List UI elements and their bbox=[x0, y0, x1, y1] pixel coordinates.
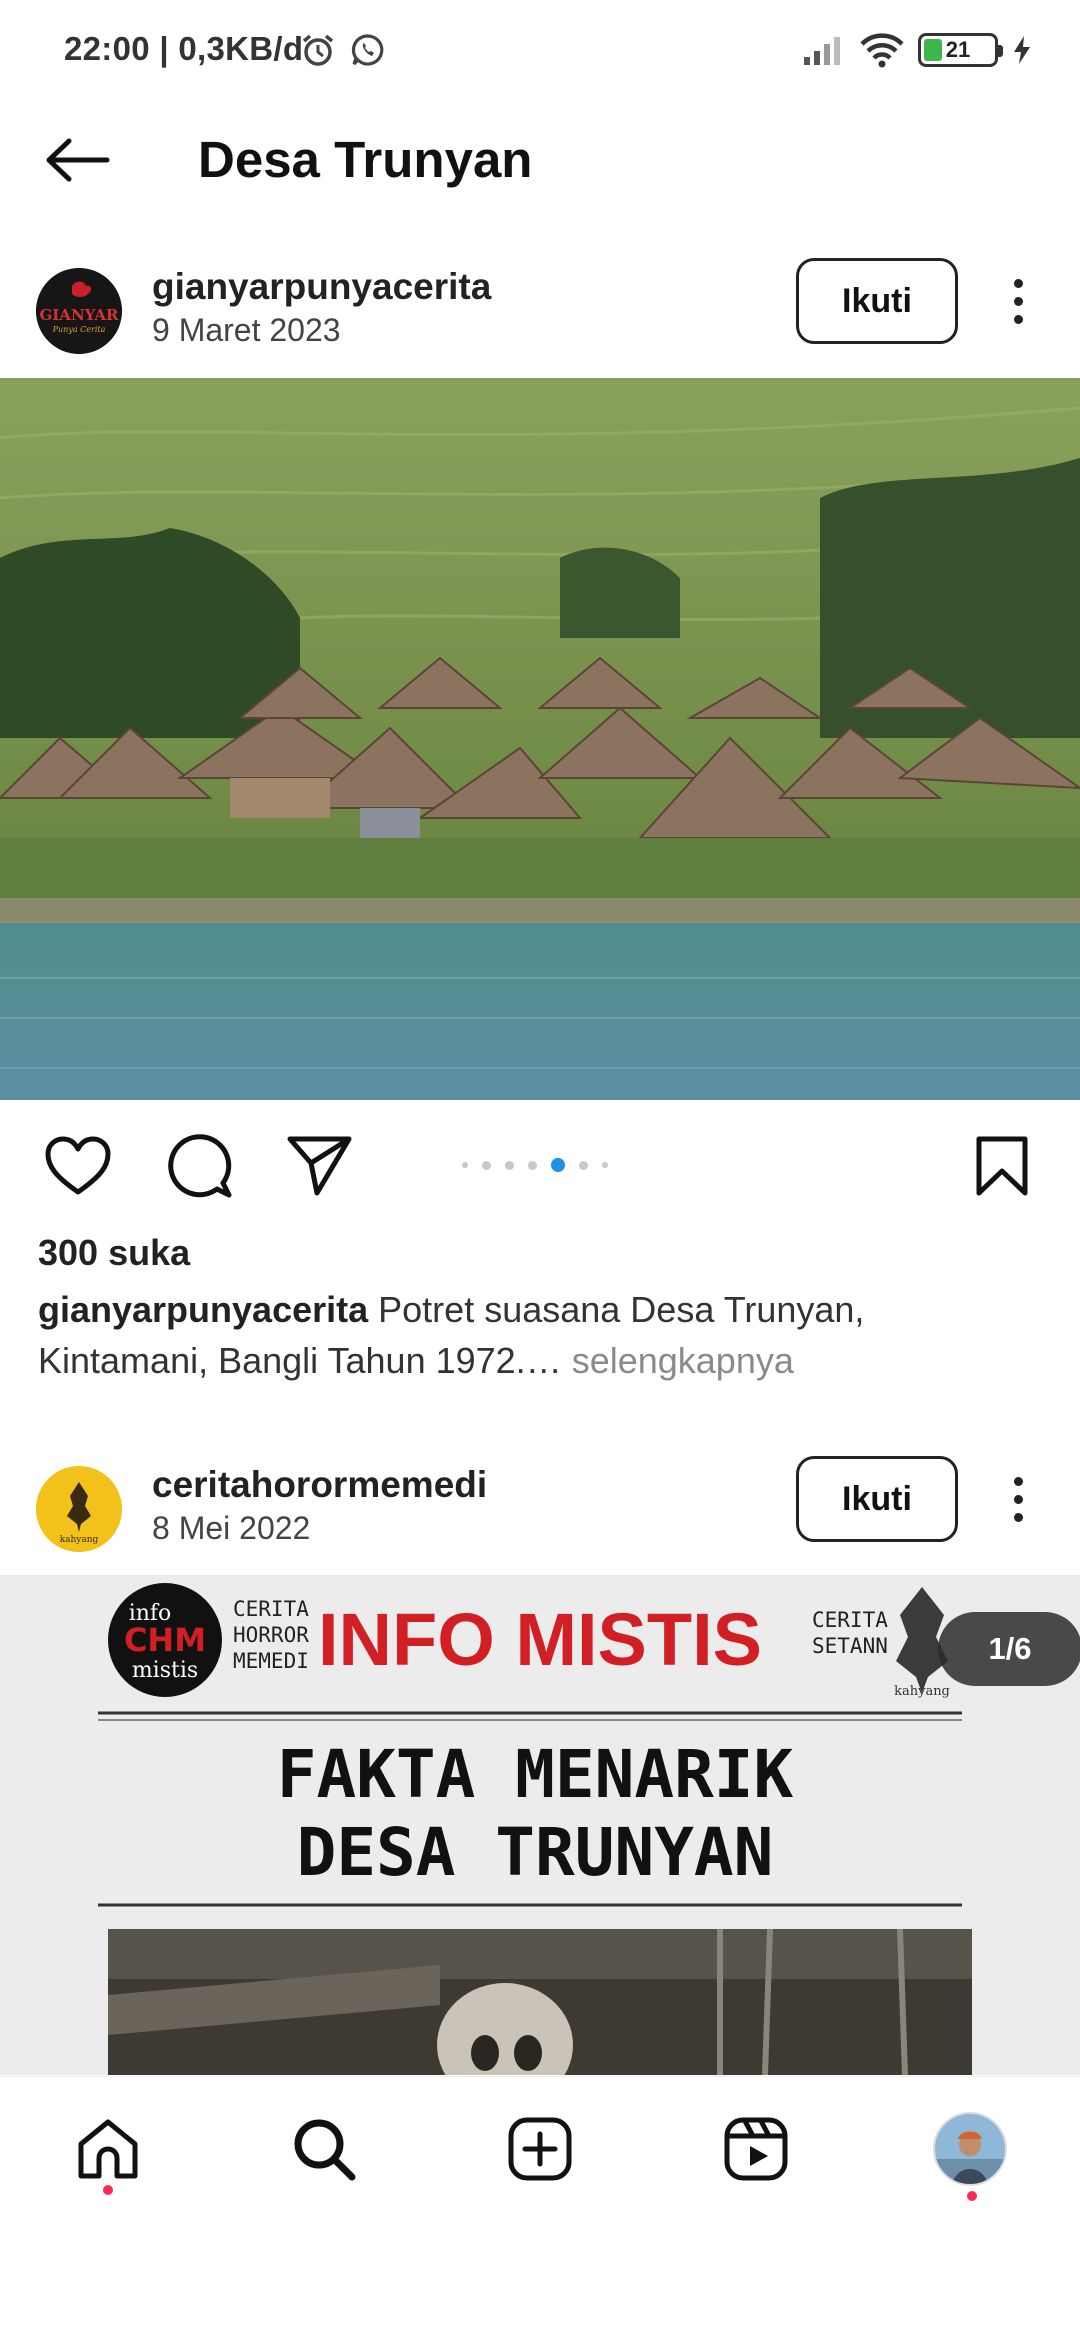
poster-logo-mid: CHM bbox=[124, 1621, 206, 1659]
info-mistis-poster: info CHM mistis CERITA HORROR MEMEDI INF… bbox=[0, 1575, 1080, 2075]
bottom-navigation bbox=[0, 2076, 1080, 2220]
home-notification-dot bbox=[103, 2185, 113, 2195]
follow-button[interactable]: Ikuti bbox=[796, 1456, 958, 1542]
post-date: 9 Maret 2023 bbox=[152, 312, 341, 348]
share-button[interactable] bbox=[284, 1130, 356, 1202]
more-dot bbox=[1013, 1494, 1023, 1504]
save-button[interactable] bbox=[966, 1130, 1038, 1202]
alarm-icon bbox=[302, 34, 334, 66]
carousel-dot bbox=[579, 1160, 588, 1170]
send-icon bbox=[287, 1136, 352, 1196]
post-date: 8 Mei 2022 bbox=[152, 1510, 311, 1546]
status-bar: 22:00 | 0,3KB/d 21 bbox=[0, 0, 1080, 96]
heart-icon bbox=[45, 1136, 111, 1195]
avatar[interactable]: GIANYAR Punya Cerita bbox=[36, 268, 122, 354]
post-image[interactable] bbox=[0, 378, 1080, 1100]
poster-side-right-1: CERITA bbox=[812, 1608, 888, 1632]
wifi-icon bbox=[860, 33, 904, 68]
comment-icon bbox=[168, 1134, 232, 1198]
carousel-dot bbox=[602, 1162, 608, 1168]
like-button[interactable] bbox=[42, 1130, 114, 1202]
poster-side-left-3: MEMEDI bbox=[233, 1649, 309, 1673]
post-header: kahyang ceritahorormemedi 8 Mei 2022 Iku… bbox=[0, 1456, 1080, 1566]
gianyar-logo: GIANYAR Punya Cerita bbox=[36, 268, 122, 354]
more-dot bbox=[1013, 278, 1023, 288]
search-icon bbox=[294, 2119, 356, 2181]
caption-more-link[interactable]: selengkapnya bbox=[562, 1340, 794, 1381]
more-dot bbox=[1013, 1512, 1023, 1522]
back-button[interactable] bbox=[36, 128, 120, 192]
post-header: GIANYAR Punya Cerita gianyarpunyacerita … bbox=[0, 258, 1080, 368]
charging-icon bbox=[1014, 36, 1030, 64]
carousel-dot bbox=[528, 1160, 537, 1170]
village-lake-photo bbox=[0, 378, 1080, 1100]
carousel-dot bbox=[505, 1160, 514, 1170]
reels-icon bbox=[724, 2117, 788, 2181]
likes-count[interactable]: 300 suka bbox=[38, 1232, 190, 1274]
follow-button[interactable]: Ikuti bbox=[796, 258, 958, 344]
nav-create[interactable] bbox=[502, 2111, 578, 2187]
nav-search[interactable] bbox=[286, 2111, 362, 2187]
nav-home[interactable] bbox=[70, 2111, 146, 2187]
top-app-bar: Desa Trunyan bbox=[0, 110, 1080, 210]
caption-username[interactable]: gianyarpunyacerita bbox=[38, 1289, 368, 1330]
page-title: Desa Trunyan bbox=[198, 131, 533, 188]
poster-side-left-2: HORROR bbox=[233, 1623, 309, 1647]
carousel-dot-active bbox=[551, 1158, 565, 1172]
add-post-icon bbox=[508, 2117, 572, 2181]
carousel-dot bbox=[462, 1162, 468, 1168]
poster-headline-2: DESA TRUNYAN bbox=[297, 1814, 774, 1891]
poster-banner: INFO MISTIS bbox=[318, 1598, 762, 1681]
whatsapp-icon bbox=[351, 34, 384, 66]
battery-level: 21 bbox=[945, 37, 971, 62]
home-icon bbox=[78, 2119, 138, 2179]
post-username[interactable]: ceritahorormemedi bbox=[152, 1464, 487, 1506]
more-dot bbox=[1013, 1476, 1023, 1486]
carousel-page-counter: 1/6 bbox=[938, 1612, 1080, 1686]
avatar-logo-text: GIANYAR bbox=[39, 306, 119, 324]
post-username[interactable]: gianyarpunyacerita bbox=[152, 266, 491, 308]
avatar[interactable]: kahyang bbox=[36, 1466, 122, 1552]
carousel-indicator bbox=[462, 1158, 608, 1172]
poster-headline-1: FAKTA MENARIK bbox=[277, 1736, 794, 1813]
net-speed-text: | 0,3KB/d bbox=[159, 30, 304, 67]
avatar-logo-text: kahyang bbox=[60, 1535, 99, 1545]
more-options-button[interactable] bbox=[990, 1466, 1046, 1532]
nav-reels[interactable] bbox=[718, 2111, 794, 2187]
poster-side-left-1: CERITA bbox=[233, 1597, 309, 1621]
signal-icon bbox=[804, 37, 840, 65]
poster-side-right-2: SETANN bbox=[812, 1634, 888, 1658]
post-caption: gianyarpunyacerita Potret suasana Desa T… bbox=[38, 1284, 1038, 1386]
bookmark-icon bbox=[976, 1136, 1028, 1196]
status-time: 22:00 | 0,3KB/d bbox=[64, 30, 303, 68]
post-image[interactable]: info CHM mistis CERITA HORROR MEMEDI INF… bbox=[0, 1575, 1080, 2075]
wayang-logo: kahyang bbox=[36, 1466, 122, 1552]
profile-notification-dot bbox=[967, 2191, 977, 2201]
more-options-button[interactable] bbox=[990, 268, 1046, 334]
carousel-dot bbox=[482, 1160, 491, 1170]
post-action-bar bbox=[0, 1120, 1080, 1210]
nav-profile[interactable] bbox=[932, 2111, 1008, 2187]
poster-side-right-brand: kahyang bbox=[894, 1684, 950, 1699]
gesture-area bbox=[0, 2220, 1080, 2340]
more-dot bbox=[1013, 314, 1023, 324]
poster-logo-bottom: mistis bbox=[132, 1658, 198, 1683]
comment-button[interactable] bbox=[164, 1130, 236, 1202]
more-dot bbox=[1013, 296, 1023, 306]
battery-indicator: 21 bbox=[918, 33, 1003, 67]
clock-text: 22:00 bbox=[64, 30, 150, 67]
avatar-logo-subtext: Punya Cerita bbox=[52, 325, 106, 334]
status-icons: 21 bbox=[804, 28, 1032, 72]
arrow-left-icon bbox=[46, 138, 110, 182]
profile-avatar bbox=[933, 2112, 1007, 2186]
